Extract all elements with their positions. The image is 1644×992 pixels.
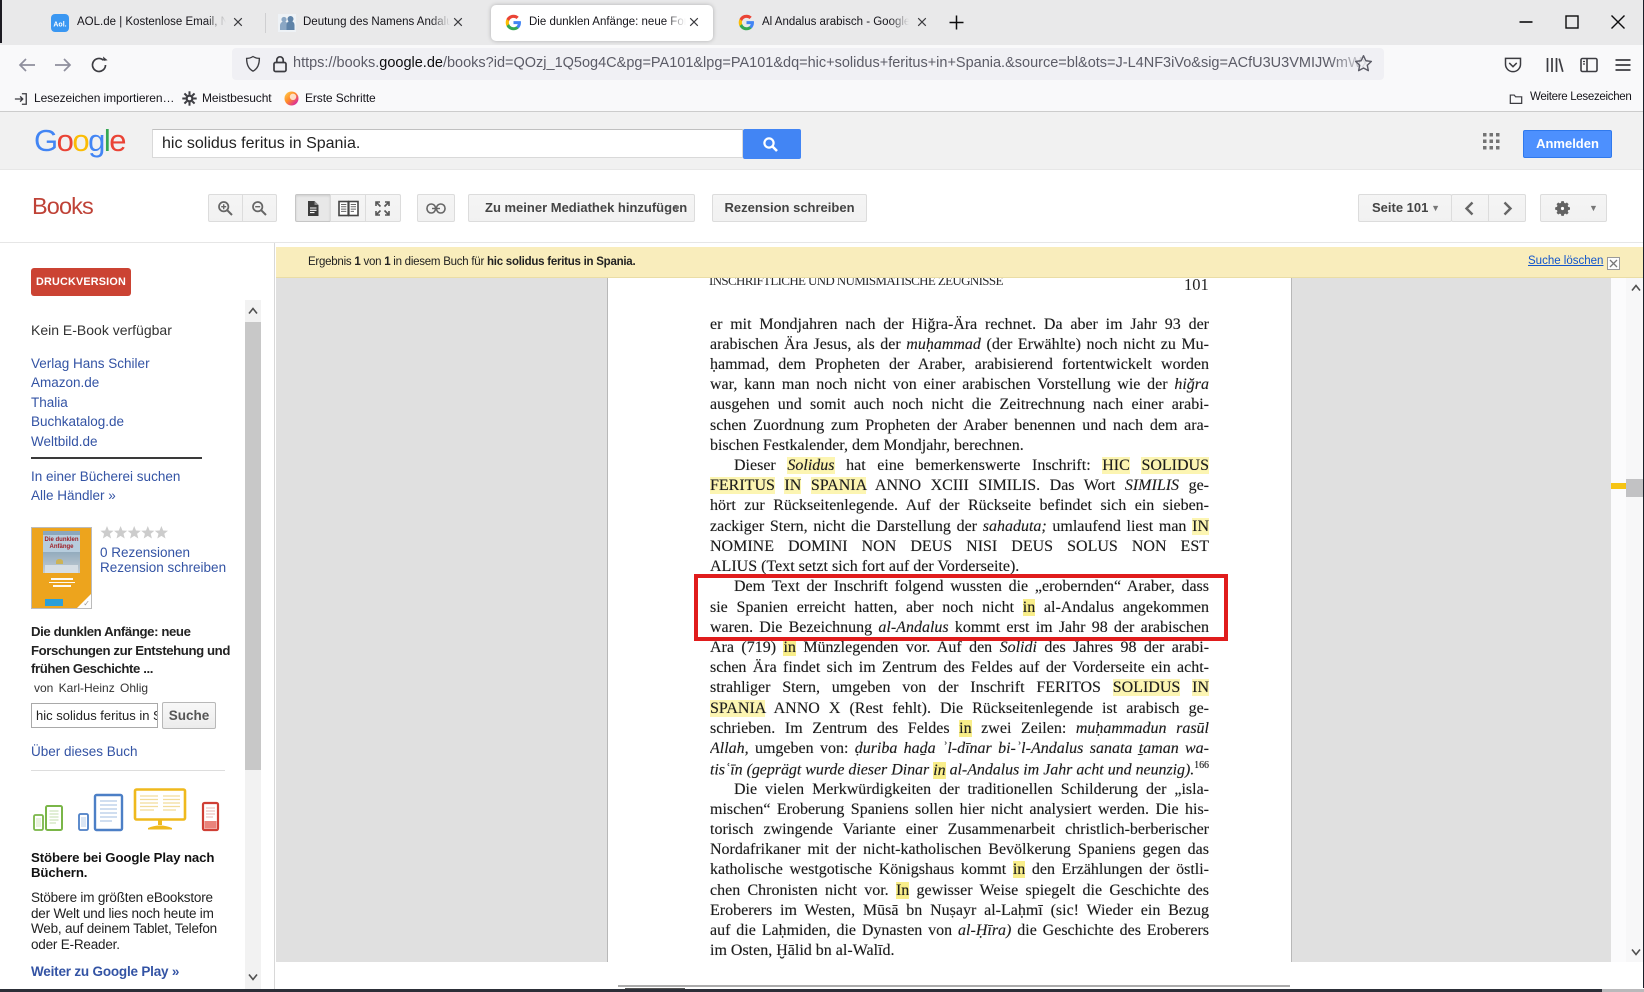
svg-text:Aol.: Aol. — [53, 22, 66, 29]
